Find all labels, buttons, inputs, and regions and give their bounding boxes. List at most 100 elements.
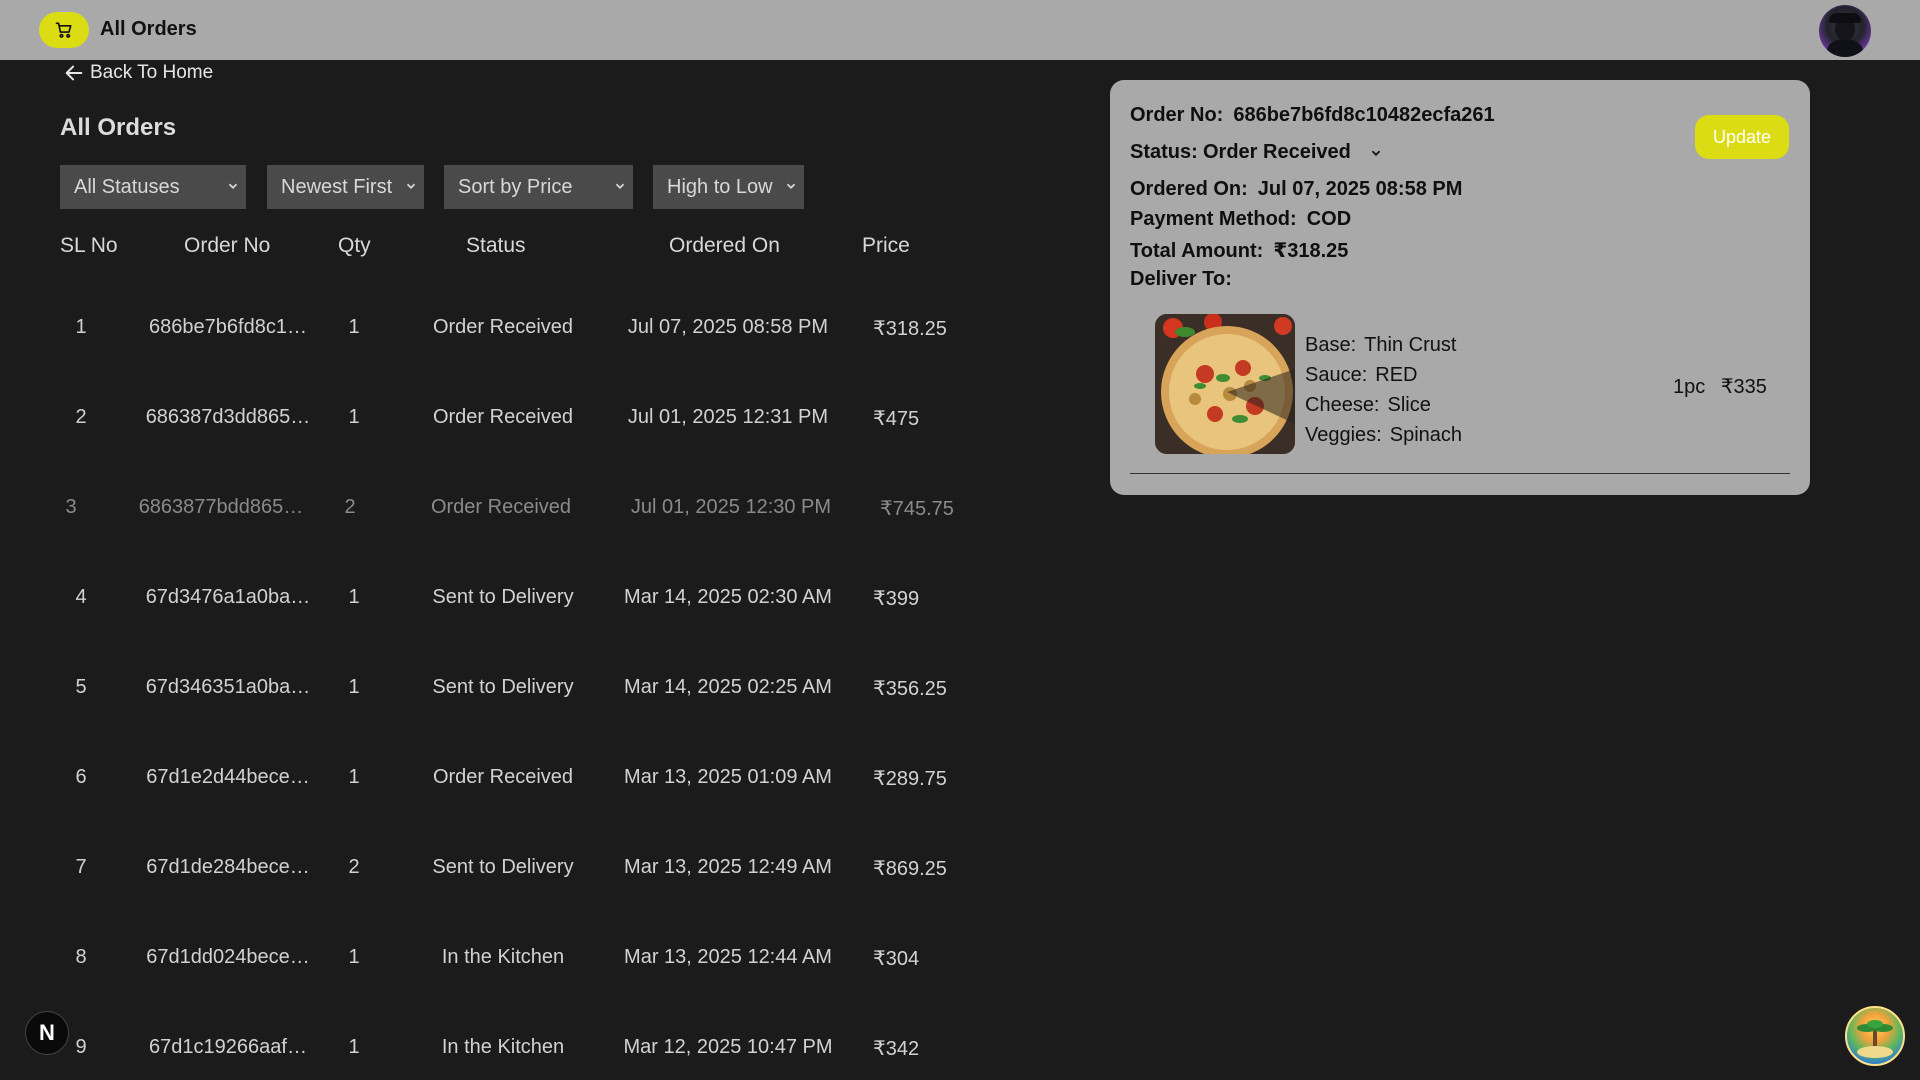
back-to-home-link[interactable]: Back To Home (62, 62, 213, 84)
cell-ordered-on: Mar 13, 2025 01:09 AM (624, 766, 832, 788)
payment-label: Payment Method: (1130, 208, 1297, 230)
detail-deliver-to: Deliver To: (1130, 268, 1232, 290)
cell-order-no: 67d3476a1a0ba… (145, 586, 311, 608)
pizza-illustration (1155, 314, 1295, 454)
cell-order-no: 67d346351a0ba… (145, 676, 311, 698)
user-avatar[interactable] (1819, 5, 1871, 57)
sort-direction-select[interactable]: High to Low (653, 165, 804, 209)
cell-qty: 1 (348, 676, 360, 698)
status-select[interactable]: Order Received (1203, 141, 1383, 164)
cell-qty: 1 (348, 586, 360, 608)
sort-by-select[interactable]: Sort by Price (444, 165, 633, 209)
detail-payment-method: Payment Method: COD (1130, 208, 1351, 231)
update-button[interactable]: Update (1695, 115, 1789, 159)
cell-price: ₹356.25 (873, 678, 947, 700)
cell-status: Order Received (432, 406, 574, 428)
cell-ordered-on: Mar 12, 2025 10:47 PM (623, 1036, 833, 1058)
cell-price: ₹399 (873, 588, 920, 610)
ordered-on-value: Jul 07, 2025 08:58 PM (1257, 178, 1463, 200)
base-value: Thin Crust (1364, 334, 1457, 356)
base-label: Base: (1305, 334, 1357, 356)
chevron-down-icon (228, 183, 238, 189)
cell-qty: 1 (348, 406, 360, 428)
cell-price: ₹475 (873, 408, 920, 430)
item-qty: 1pc (1673, 376, 1706, 398)
cell-qty: 1 (348, 1036, 360, 1058)
dev-tools-badge-letter: N (39, 1020, 55, 1045)
sort-by-value: Sort by Price (458, 175, 573, 198)
detail-total-amount: Total Amount: ₹318.25 (1130, 238, 1348, 263)
top-bar: All Orders (0, 0, 1920, 60)
date-order-value: Newest First (281, 175, 393, 198)
cell-order-no: 67d1e2d44bece… (146, 766, 310, 788)
item-price: ₹335 (1720, 376, 1767, 398)
cell-sl-no: 3 (65, 496, 77, 518)
cell-order-no: 6863877bdd865… (138, 496, 304, 518)
cell-ordered-on: Mar 13, 2025 12:44 AM (624, 946, 832, 968)
payment-value: COD (1306, 208, 1352, 230)
detail-ordered-on: Ordered On: Jul 07, 2025 08:58 PM (1130, 178, 1462, 201)
cell-sl-no: 2 (75, 406, 87, 428)
cart-icon (55, 22, 72, 38)
order-no-value: 686be7b6fd8c10482ecfa261 (1233, 104, 1495, 126)
avatar-body (1827, 39, 1863, 57)
status-filter-value: All Statuses (74, 175, 180, 198)
cell-order-no: 686387d3dd865… (145, 406, 311, 428)
status-select-value: Order Received (1203, 141, 1351, 163)
cell-qty: 2 (348, 856, 360, 878)
column-header-qty: Qty (338, 234, 371, 257)
cell-status: Sent to Delivery (432, 586, 574, 608)
cell-qty: 2 (344, 496, 356, 518)
cell-price: ₹869.25 (873, 858, 947, 880)
cell-ordered-on: Mar 14, 2025 02:30 AM (624, 586, 832, 608)
status-filter-select[interactable]: All Statuses (60, 165, 246, 209)
cell-sl-no: 5 (75, 676, 87, 698)
sort-direction-value: High to Low (667, 175, 773, 198)
cell-qty: 1 (348, 316, 360, 338)
page-title: All Orders (60, 114, 177, 141)
cell-sl-no: 7 (75, 856, 87, 878)
cell-qty: 1 (348, 766, 360, 788)
column-header-sl-no: SL No (60, 234, 118, 257)
item-sauce: Sauce: RED (1305, 364, 1418, 387)
sauce-label: Sauce: (1305, 364, 1368, 386)
cell-order-no: 67d1de284bece… (146, 856, 310, 878)
cell-sl-no: 8 (75, 946, 87, 968)
dev-tools-badge[interactable]: N (25, 1011, 69, 1055)
cell-ordered-on: Mar 13, 2025 12:49 AM (624, 856, 832, 878)
pizza-image (1155, 314, 1295, 454)
cell-qty: 1 (348, 946, 360, 968)
palm-tree-icon (1857, 1020, 1893, 1058)
cell-ordered-on: Mar 14, 2025 02:25 AM (624, 676, 832, 698)
order-no-label: Order No: (1130, 104, 1224, 126)
cell-sl-no: 6 (75, 766, 87, 788)
cell-price: ₹745.75 (880, 498, 954, 520)
chevron-down-icon (406, 183, 416, 189)
column-header-status: Status (466, 234, 526, 257)
app-title: All Orders (100, 18, 197, 40)
date-order-select[interactable]: Newest First (267, 165, 424, 209)
cart-button[interactable] (39, 12, 89, 48)
item-veggies: Veggies: Spinach (1305, 424, 1462, 447)
cheese-label: Cheese: (1305, 394, 1380, 416)
item-qty-price: 1pc ₹335 (1673, 374, 1767, 399)
column-header-order-no: Order No (184, 234, 271, 257)
sauce-value: RED (1375, 364, 1418, 386)
total-value: ₹318.25 (1273, 240, 1349, 262)
chevron-down-icon (1371, 150, 1380, 156)
cell-status: Order Received (430, 496, 572, 518)
cell-order-no: 686be7b6fd8c1… (149, 316, 307, 338)
cell-status: Sent to Delivery (432, 676, 574, 698)
island-avatar-icon[interactable] (1845, 1006, 1905, 1066)
cell-ordered-on: Jul 01, 2025 12:30 PM (630, 496, 832, 518)
detail-order-no: Order No: 686be7b6fd8c10482ecfa261 (1130, 104, 1495, 127)
back-link-label: Back To Home (90, 62, 214, 83)
cell-status: In the Kitchen (441, 946, 565, 968)
cell-status: Order Received (432, 766, 574, 788)
cell-status: Order Received (432, 316, 574, 338)
order-detail-card: Order No: 686be7b6fd8c10482ecfa261 Status… (1110, 80, 1810, 495)
cell-order-no: 67d1c19266aaf… (149, 1036, 307, 1058)
veggies-label: Veggies: (1305, 424, 1382, 446)
chevron-down-icon (786, 183, 796, 189)
cheese-value: Slice (1387, 394, 1431, 416)
